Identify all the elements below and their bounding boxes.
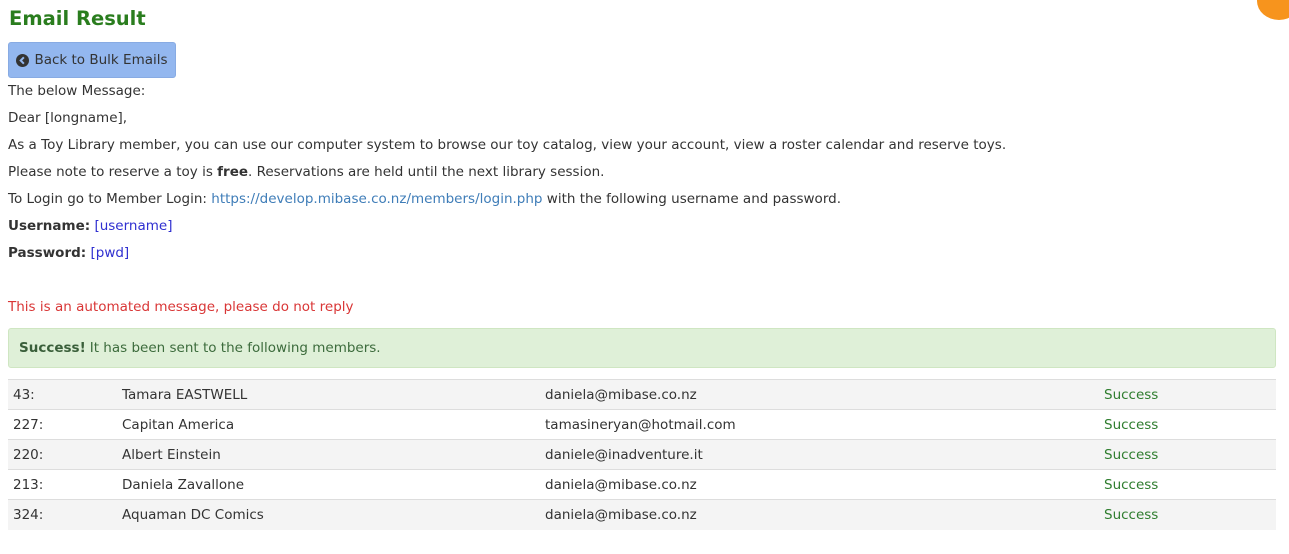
member-name: Daniela Zavallone — [117, 469, 540, 500]
alert-text: It has been sent to the following member… — [89, 340, 381, 356]
password-placeholder: [pwd] — [90, 245, 130, 261]
member-id: 227: — [8, 409, 117, 440]
table-row: 213: Daniela Zavallone daniela@mibase.co… — [8, 469, 1276, 500]
member-login-link[interactable]: https://develop.mibase.co.nz/members/log… — [211, 191, 542, 207]
member-status: Success — [1099, 499, 1276, 530]
line2-free: free — [217, 164, 249, 180]
member-id: 220: — [8, 439, 117, 470]
message-line-2: Please note to reserve a toy is free. Re… — [8, 163, 604, 181]
table-row: 43: Tamara EASTWELL daniela@mibase.co.nz… — [8, 379, 1276, 410]
member-status: Success — [1099, 409, 1276, 440]
member-email: tamasineryan@hotmail.com — [540, 409, 1099, 440]
message-intro: The below Message: — [8, 83, 146, 99]
arrow-circle-left-icon — [16, 53, 30, 67]
member-email: daniele@inadventure.it — [540, 439, 1099, 470]
message-login-line: To Login go to Member Login: https://dev… — [8, 190, 841, 208]
table-row: 324: Aquaman DC Comics daniela@mibase.co… — [8, 499, 1276, 530]
member-status: Success — [1099, 469, 1276, 500]
member-status: Success — [1099, 379, 1276, 410]
member-id: 213: — [8, 469, 117, 500]
message-line-1: As a Toy Library member, you can use our… — [8, 137, 1007, 153]
back-to-bulk-emails-button[interactable]: Back to Bulk Emails — [8, 42, 176, 78]
member-id: 324: — [8, 499, 117, 530]
username-line: Username: [username] — [8, 217, 172, 235]
member-email: daniela@mibase.co.nz — [540, 379, 1099, 410]
member-email: daniela@mibase.co.nz — [540, 469, 1099, 500]
back-button-label: Back to Bulk Emails — [34, 52, 168, 68]
message-greeting: Dear [longname], — [8, 110, 128, 126]
table-row: 220: Albert Einstein daniele@inadventure… — [8, 439, 1276, 470]
login-prefix: To Login go to Member Login: — [8, 191, 212, 207]
alert-strong: Success! — [19, 340, 86, 356]
member-name: Albert Einstein — [117, 439, 540, 470]
floating-help-widget[interactable] — [1257, 0, 1289, 20]
member-name: Aquaman DC Comics — [117, 499, 540, 530]
members-table: 43: Tamara EASTWELL daniela@mibase.co.nz… — [8, 379, 1276, 530]
table-row: 227: Capitan America tamasineryan@hotmai… — [8, 409, 1276, 440]
member-status: Success — [1099, 439, 1276, 470]
username-placeholder: [username] — [94, 218, 173, 234]
member-email: daniela@mibase.co.nz — [540, 499, 1099, 530]
member-name: Capitan America — [117, 409, 540, 440]
success-alert: Success! It has been sent to the followi… — [8, 328, 1276, 368]
page-title: Email Result — [9, 7, 146, 30]
login-suffix: with the following username and password… — [542, 191, 841, 207]
line2-suffix: . Reservations are held until the next l… — [248, 164, 605, 180]
member-id: 43: — [8, 379, 117, 410]
username-label: Username: — [8, 218, 91, 234]
line2-prefix: Please note to reserve a toy is — [8, 164, 218, 180]
automated-message-note: This is an automated message, please do … — [8, 299, 354, 315]
password-line: Password: [pwd] — [8, 244, 129, 262]
password-label: Password: — [8, 245, 87, 261]
member-name: Tamara EASTWELL — [117, 379, 540, 410]
